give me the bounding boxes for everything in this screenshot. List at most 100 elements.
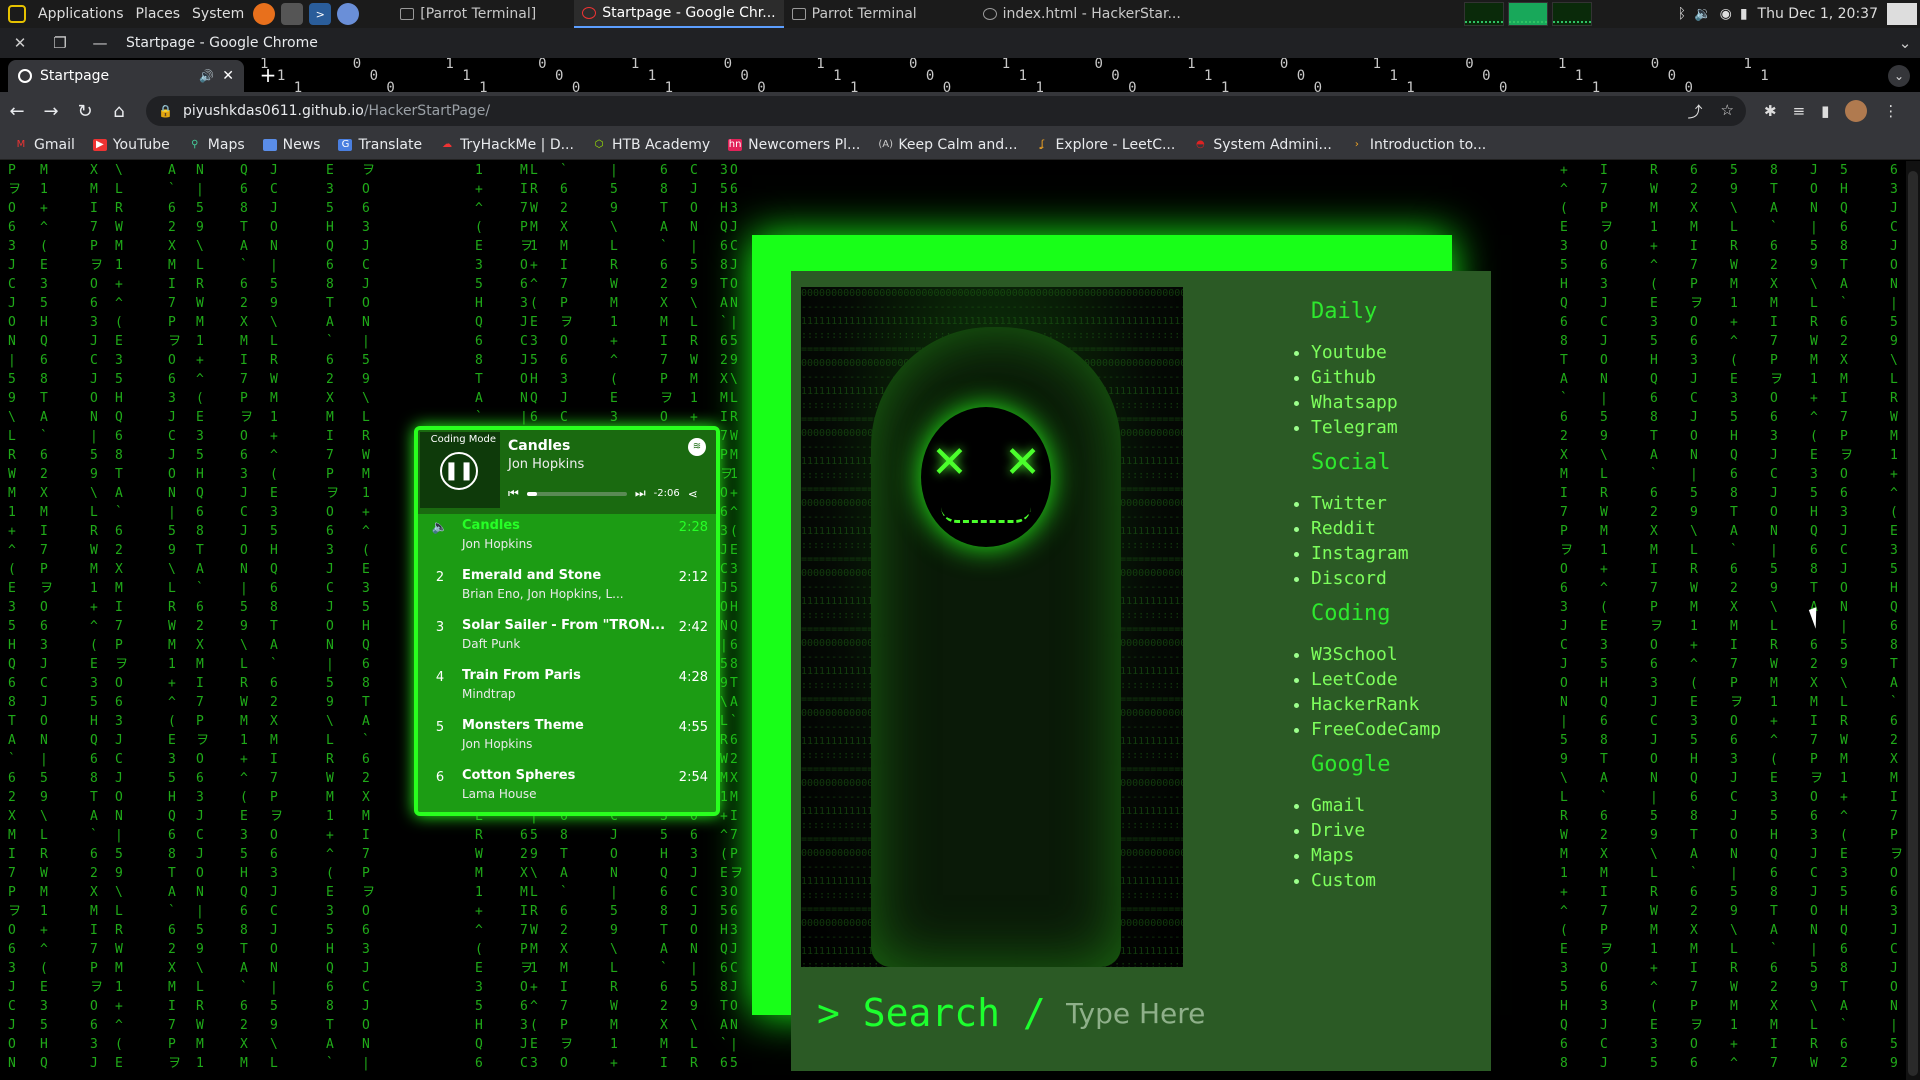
media-control-icon[interactable]: ≡ — [1793, 102, 1806, 120]
clock[interactable]: Thu Dec 1, 20:37 — [1752, 0, 1884, 28]
startpage-link[interactable]: Whatsapp — [1311, 390, 1491, 415]
parrot-menu-icon[interactable] — [8, 5, 26, 23]
scrollbar-thumb[interactable] — [1908, 171, 1918, 1076]
pause-button[interactable]: ❚❚ — [440, 452, 478, 490]
bookmark-news[interactable]: News — [262, 137, 320, 153]
bookmarks-bar: M Gmail ▶ YouTube ⚲ Maps News G Translate ☁ T… — [0, 130, 1920, 160]
taskbar-item-terminal-1[interactable]: [Parrot Terminal] — [392, 0, 544, 28]
track-artist: Daft Punk — [462, 637, 521, 651]
bookmark-gmail[interactable]: M Gmail — [14, 137, 75, 153]
link-categories: Daily YoutubeGithubWhatsappTelegram Social… — [1291, 289, 1491, 893]
track-number: 3 — [435, 620, 445, 635]
startpage-link[interactable]: Custom — [1311, 868, 1491, 893]
spotify-logo-icon[interactable]: ≋ — [688, 438, 706, 456]
bookmark-htb-academy[interactable]: ⬡ HTB Academy — [592, 136, 711, 153]
lock-icon[interactable]: 🔒 — [158, 104, 173, 118]
track-duration: 4:28 — [678, 670, 708, 685]
track-artist: Brian Eno, Jon Hopkins, L... — [462, 587, 624, 601]
taskbar-item-terminal-2[interactable]: Parrot Terminal — [784, 0, 925, 28]
bookmark-translate[interactable]: G Translate — [338, 137, 422, 153]
menu-places[interactable]: Places — [130, 0, 187, 28]
now-playing-title[interactable]: Candles — [508, 438, 570, 454]
startpage-link[interactable]: Discord — [1311, 566, 1491, 591]
startpage-link[interactable]: Reddit — [1311, 516, 1491, 541]
startpage-link[interactable]: Drive — [1311, 818, 1491, 843]
track-row[interactable]: 6 Cotton Spheres Lama House 2:54 — [426, 764, 708, 812]
side-panel-icon[interactable]: ▮ — [1821, 102, 1829, 120]
home-icon[interactable]: ⌂ — [105, 101, 133, 122]
previous-track-icon[interactable]: ⏮ — [508, 486, 519, 501]
bookmark-label: HTB Academy — [611, 136, 711, 153]
track-artist: Lama House — [462, 787, 537, 801]
tab-audio-icon[interactable]: 🔊 — [199, 69, 214, 83]
menu-system[interactable]: System — [186, 0, 250, 28]
now-playing-artist[interactable]: Jon Hopkins — [508, 457, 584, 472]
share-icon[interactable]: ⤴ — [1688, 101, 1703, 122]
progress-bar[interactable] — [526, 491, 627, 496]
restore-icon[interactable]: ❐ — [40, 34, 80, 52]
bookmark-star-icon[interactable]: ☆ — [1721, 101, 1734, 122]
network-launcher-icon[interactable] — [337, 3, 360, 25]
startpage-link[interactable]: Gmail — [1311, 793, 1491, 818]
back-icon[interactable]: ← — [3, 101, 31, 122]
share-icon[interactable]: ⋖ — [688, 487, 698, 501]
track-row[interactable]: 🔈 Candles Jon Hopkins 2:28 — [426, 514, 708, 564]
menu-kebab-icon[interactable]: ⋮ — [1883, 102, 1898, 120]
url-path: /HackerStartPage/ — [363, 103, 491, 119]
close-icon[interactable]: ✕ — [0, 34, 40, 52]
chrome-tray-icon[interactable] — [1887, 3, 1917, 25]
tab-startpage[interactable]: Startpage 🔊 ✕ — [8, 60, 244, 92]
chevron-down-icon[interactable]: ⌄ — [1890, 34, 1920, 52]
startpage-link[interactable]: LeetCode — [1311, 667, 1491, 692]
bookmark-newcomers[interactable]: hn Newcomers Pl... — [728, 137, 860, 153]
profile-avatar[interactable] — [1845, 100, 1868, 122]
time-remaining: -2:06 — [653, 488, 680, 499]
track-row[interactable]: 2 Emerald and Stone Brian Eno, Jon Hopkins… — [426, 564, 708, 614]
address-bar[interactable]: 🔒 piyushkdas0611.github.io /HackerStartP… — [146, 96, 1746, 126]
network-graph — [1551, 2, 1592, 26]
startpage-link[interactable]: FreeCodeCamp — [1311, 717, 1491, 742]
bookmark-maps[interactable]: ⚲ Maps — [188, 137, 245, 153]
tab-close-icon[interactable]: ✕ — [222, 68, 234, 84]
page-scrollbar[interactable] — [1906, 161, 1920, 1080]
rain-column: N | 5 9 \ L R W M 1 + ^ ( E 3 5 H Q 6 8 … — [196, 163, 210, 1071]
track-info: Monsters Theme Jon Hopkins — [454, 718, 668, 764]
rain-column: P ヲ O 6 3 J C J O N | 5 9 \ L R W M 1 + … — [8, 163, 22, 1071]
wifi-icon[interactable]: ◉ — [1716, 0, 1736, 28]
terminal-launcher-icon[interactable] — [281, 3, 304, 25]
bookmark-introduction[interactable]: › Introduction to... — [1350, 137, 1486, 153]
startpage-link[interactable]: Maps — [1311, 843, 1491, 868]
taskbar-item-chrome[interactable]: Startpage - Google Chr... — [574, 0, 784, 28]
battery-icon[interactable]: ▮ — [1736, 0, 1752, 28]
menu-applications[interactable]: Applications — [32, 0, 130, 28]
tab-search-icon[interactable]: ⌄ — [1888, 65, 1910, 87]
bookmark-youtube[interactable]: ▶ YouTube — [92, 137, 170, 153]
startpage-link[interactable]: Youtube — [1311, 340, 1491, 365]
bluetooth-icon[interactable]: ᛒ — [1674, 0, 1690, 28]
new-tab-button[interactable]: + — [254, 64, 282, 88]
startpage-link[interactable]: HackerRank — [1311, 692, 1491, 717]
firefox-launcher-icon[interactable] — [253, 3, 276, 25]
bookmark-system-admin[interactable]: ◓ System Admini... — [1193, 137, 1332, 153]
extensions-icon[interactable]: ✱ — [1764, 102, 1777, 120]
reload-icon[interactable]: ↻ — [71, 101, 99, 122]
next-track-icon[interactable]: ⏭ — [635, 486, 646, 501]
volume-icon[interactable]: 🔉 — [1690, 0, 1715, 28]
search-input[interactable] — [1065, 996, 1386, 1030]
startpage-link[interactable]: Instagram — [1311, 541, 1491, 566]
minimize-icon[interactable]: — — [80, 34, 120, 52]
taskbar-item-editor[interactable]: index.html - HackerStar... — [975, 0, 1189, 28]
track-row[interactable]: 4 Train From Paris Mindtrap 4:28 — [426, 664, 708, 714]
startpage-link[interactable]: Github — [1311, 365, 1491, 390]
track-row[interactable]: 3 Solar Sailer - From "TRON... Daft Punk 2:… — [426, 614, 708, 664]
startpage-link[interactable]: Twitter — [1311, 491, 1491, 516]
startpage-link[interactable]: Telegram — [1311, 415, 1491, 440]
rain-column: 5 9 \ L R W M 1 + ^ ( E 3 5 H Q 6 8 T A … — [1730, 163, 1744, 1071]
vscode-launcher-icon[interactable]: > — [309, 3, 332, 25]
forward-icon[interactable]: → — [37, 101, 65, 122]
bookmark-keep-calm[interactable]: (A) Keep Calm and... — [878, 137, 1017, 153]
bookmark-leetcode[interactable]: ʆ Explore - LeetC... — [1035, 137, 1176, 153]
startpage-link[interactable]: W3School — [1311, 642, 1491, 667]
track-row[interactable]: 5 Monsters Theme Jon Hopkins 4:55 — [426, 714, 708, 764]
bookmark-tryhackme[interactable]: ☁ TryHackMe | D... — [440, 137, 574, 153]
